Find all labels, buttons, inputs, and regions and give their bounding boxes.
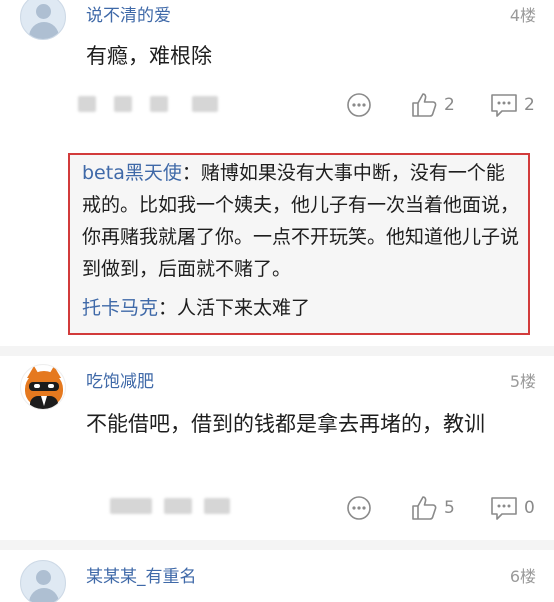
replies-box: beta黑天使：赌博如果没有大事中断，没有一个能戒的。比如我一个姨夫，他儿子有一… [68, 153, 530, 335]
like-button[interactable]: 5 [410, 494, 455, 522]
divider [0, 540, 554, 550]
comment-text: 不能借吧，借到的钱都是拿去再堵的，教训 [86, 412, 485, 436]
like-count: 5 [444, 498, 455, 518]
like-count: 2 [444, 95, 455, 115]
more-button[interactable] [346, 495, 372, 521]
more-dots-icon [346, 92, 372, 118]
reply-separator: ： [181, 162, 201, 184]
comment-bubble-icon [490, 92, 518, 118]
avatar[interactable] [20, 560, 66, 602]
comment-floor-6: 某某某_有重名 6楼 [0, 552, 554, 602]
avatar[interactable] [20, 364, 66, 410]
floor-number: 6楼 [509, 567, 536, 586]
blurred-meta [192, 96, 218, 112]
comment-username[interactable]: 吃饱减肥 [86, 367, 154, 392]
floor-number: 4楼 [509, 6, 536, 25]
reply-item[interactable]: beta黑天使：赌博如果没有大事中断，没有一个能戒的。比如我一个姨夫，他儿子有一… [82, 157, 522, 285]
reply-username[interactable]: 托卡马克 [82, 297, 158, 319]
blurred-meta [204, 498, 230, 514]
comment-text: 有瘾，难根除 [86, 44, 212, 68]
reply-button[interactable]: 2 [490, 92, 535, 118]
comment-bubble-icon [490, 495, 518, 521]
comment-username[interactable]: 某某某_有重名 [86, 562, 197, 587]
reply-count: 2 [524, 95, 535, 115]
divider [0, 346, 554, 356]
reply-separator: ： [158, 297, 178, 319]
reply-text: 人活下来太难了 [177, 297, 311, 319]
blurred-meta [150, 96, 168, 112]
blurred-meta [78, 96, 96, 112]
blurred-meta [114, 96, 132, 112]
more-dots-icon [346, 495, 372, 521]
thumbs-up-icon [410, 91, 438, 119]
comment-actions: 2 2 [0, 90, 554, 120]
blurred-meta [110, 498, 152, 514]
comment-actions: 5 0 [0, 493, 554, 523]
reply-count: 0 [524, 498, 535, 518]
thumbs-up-icon [410, 494, 438, 522]
floor-number: 5楼 [509, 372, 536, 391]
blurred-meta [164, 498, 192, 514]
reply-item[interactable]: 托卡马克：人活下来太难了 [82, 292, 522, 324]
reply-username[interactable]: beta黑天使 [82, 162, 182, 184]
reply-button[interactable]: 0 [490, 495, 535, 521]
avatar[interactable] [20, 0, 66, 40]
comment-username[interactable]: 说不清的爱 [86, 1, 171, 26]
more-button[interactable] [346, 92, 372, 118]
like-button[interactable]: 2 [410, 91, 455, 119]
